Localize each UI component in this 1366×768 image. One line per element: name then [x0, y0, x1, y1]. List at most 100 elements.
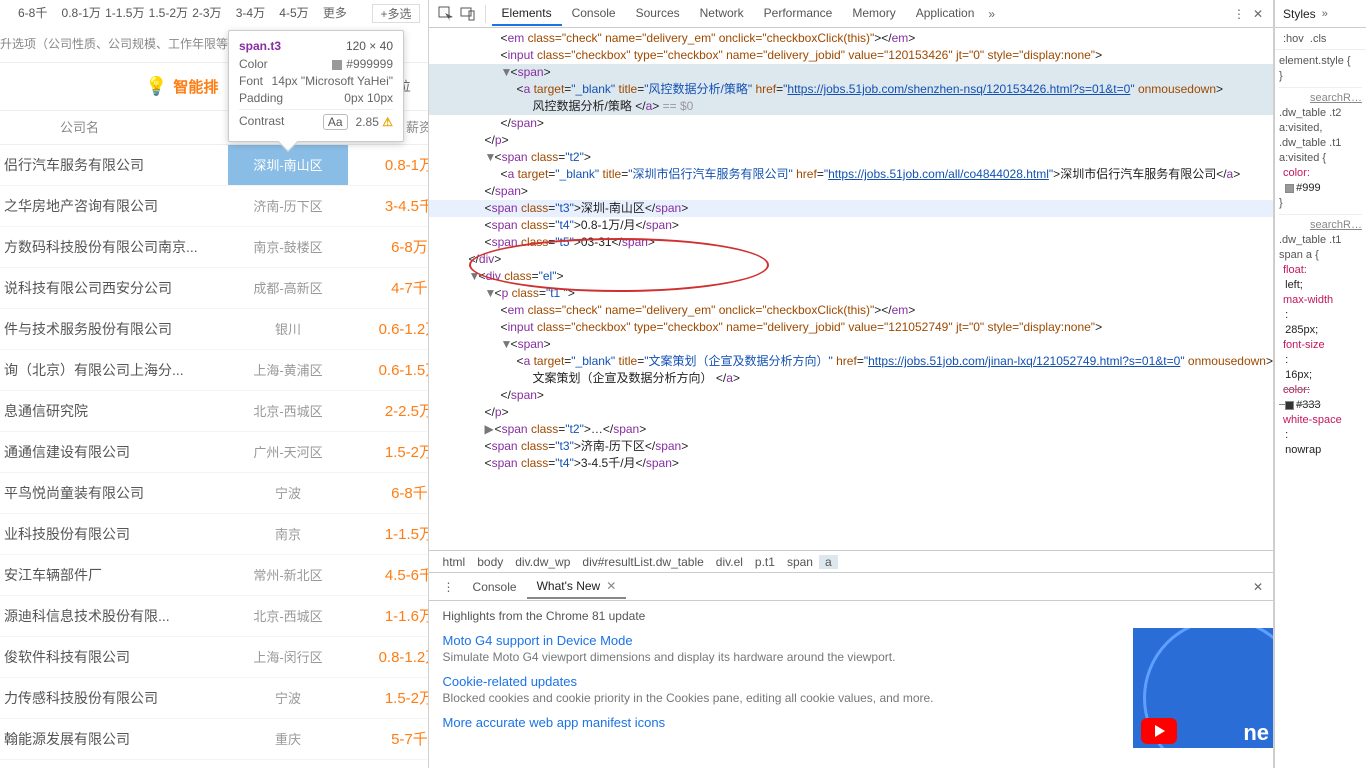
- table-row[interactable]: 之华房地产咨询有限公司济南-历下区3-4.5千/月03-31: [0, 186, 428, 227]
- breadcrumb-item[interactable]: body: [471, 555, 509, 569]
- color-swatch-icon[interactable]: [1285, 184, 1294, 193]
- tab-performance[interactable]: Performance: [754, 2, 843, 26]
- range-opt[interactable]: 0.8-1万: [62, 4, 106, 23]
- table-row[interactable]: 方数码科技股份有限公司南京...南京-鼓楼区6-8万/年03-31: [0, 227, 428, 268]
- device-toggle-icon[interactable]: [457, 3, 479, 25]
- tab-application[interactable]: Application: [906, 2, 985, 26]
- styles-overflow-icon[interactable]: »: [1322, 8, 1328, 20]
- style-rules[interactable]: element.style { } searchR… .dw_table .t2…: [1275, 50, 1366, 768]
- table-row[interactable]: 业科技股份有限公司南京1-1.5万/月03-31: [0, 514, 428, 555]
- city-cell: 济南-历下区: [228, 186, 348, 226]
- city-cell: 南京-鼓楼区: [228, 227, 348, 267]
- tab-console[interactable]: Console: [562, 2, 626, 26]
- inspect-tooltip: span.t3 120 × 40 Color#999999 Font14px "…: [228, 30, 404, 142]
- whatsnew-decoration: ne: [1133, 628, 1273, 748]
- salary-cell: 0.8-1.2万/月: [348, 637, 429, 677]
- styles-sidebar: Styles » :hov .cls element.style { } sea…: [1274, 0, 1366, 768]
- company-cell[interactable]: 源迪科信息技术股份有限...: [0, 596, 228, 636]
- tab-elements[interactable]: Elements: [492, 2, 562, 26]
- breadcrumb-item[interactable]: div.dw_wp: [509, 555, 576, 569]
- devtools-region: ElementsConsoleSourcesNetworkPerformance…: [429, 0, 1366, 768]
- settings-icon[interactable]: ⋮: [1229, 7, 1249, 21]
- whatsnew-link[interactable]: Cookie-related updates: [443, 674, 577, 689]
- table-row[interactable]: 安江车辆部件厂常州-新北区4.5-6千/月03-31: [0, 555, 428, 596]
- range-opt[interactable]: 3-4万: [236, 4, 280, 23]
- styles-tab[interactable]: Styles: [1283, 7, 1316, 21]
- tooltip-selector: span.t3: [239, 39, 281, 53]
- table-row[interactable]: 平鸟悦尚童装有限公司宁波6-8千/月03-31: [0, 473, 428, 514]
- play-icon[interactable]: [1141, 718, 1177, 744]
- company-cell[interactable]: 件与技术服务股份有限公司: [0, 309, 228, 349]
- filter-multi[interactable]: +多选: [372, 4, 419, 23]
- breadcrumb-item[interactable]: div.el: [710, 555, 749, 569]
- company-cell[interactable]: 翰能源发展有限公司: [0, 719, 228, 759]
- breadcrumb-item[interactable]: p.t1: [749, 555, 781, 569]
- drawer-menu-icon[interactable]: ⋮: [435, 580, 463, 594]
- table-row[interactable]: 通通信建设有限公司广州-天河区1.5-2万/月03-31: [0, 432, 428, 473]
- city-cell: 宁波: [228, 678, 348, 718]
- dom-node-t3[interactable]: <span class="t3">深圳-南山区</span>: [429, 200, 1273, 217]
- salary-cell: 6-8万/年: [348, 227, 429, 267]
- table-row[interactable]: 侣行汽车服务有限公司深圳-南山区0.8-1万/月03-31: [0, 145, 428, 186]
- color-swatch-icon[interactable]: [1285, 401, 1294, 410]
- filter-more[interactable]: 更多: [323, 4, 367, 23]
- close-drawer-icon[interactable]: ✕: [1243, 580, 1273, 594]
- range-opt[interactable]: 2-3万: [192, 4, 236, 23]
- salary-cell: 5-7千/月: [348, 719, 429, 759]
- table-row[interactable]: 询（北京）有限公司上海分...上海-黄浦区0.6-1.5万/月03-31: [0, 350, 428, 391]
- table-row[interactable]: 翰能源发展有限公司重庆5-7千/月03-31: [0, 719, 428, 760]
- salary-cell: 4.5-6千/月: [348, 555, 429, 595]
- close-devtools-icon[interactable]: ✕: [1249, 7, 1267, 21]
- elements-dom-tree[interactable]: <em class="check" name="delivery_em" onc…: [429, 28, 1273, 550]
- breadcrumb-item[interactable]: span: [781, 555, 819, 569]
- table-row[interactable]: 件与技术服务股份有限公司银川0.6-1.2万/月03-31: [0, 309, 428, 350]
- range-opt[interactable]: 1-1.5万: [105, 4, 149, 23]
- close-tab-icon[interactable]: ✕: [606, 579, 616, 593]
- color-swatch-icon: [332, 60, 342, 70]
- company-cell[interactable]: 息通信研究院: [0, 391, 228, 431]
- tooltip-contrast-label: Contrast: [239, 114, 284, 130]
- company-cell[interactable]: 俊软件科技有限公司: [0, 637, 228, 677]
- hov-toggle[interactable]: :hov: [1283, 33, 1304, 45]
- company-cell[interactable]: 方数码科技股份有限公司南京...: [0, 227, 228, 267]
- lightbulb-icon: 💡: [145, 76, 167, 97]
- company-cell[interactable]: 通通信建设有限公司: [0, 432, 228, 472]
- tab-network[interactable]: Network: [690, 2, 754, 26]
- table-row[interactable]: 俊软件科技有限公司上海-闵行区0.8-1.2万/月03-31: [0, 637, 428, 678]
- inspect-element-icon[interactable]: [435, 3, 457, 25]
- tab-sources[interactable]: Sources: [626, 2, 690, 26]
- range-opt[interactable]: 4-5万: [279, 4, 323, 23]
- whatsnew-link[interactable]: Moto G4 support in Device Mode: [443, 633, 633, 648]
- company-cell[interactable]: 询（北京）有限公司上海分...: [0, 350, 228, 390]
- company-cell[interactable]: 侣行汽车服务有限公司: [0, 145, 228, 185]
- range-opt[interactable]: 6-8千: [18, 4, 62, 23]
- table-row[interactable]: 源迪科信息技术股份有限...北京-西城区1-1.6万/月03-31: [0, 596, 428, 637]
- tooltip-contrast-value: 2.85: [356, 115, 379, 129]
- drawer-tab-console[interactable]: Console: [463, 576, 527, 598]
- devtools-drawer: ⋮ Console What's New✕ ✕ Highlights from …: [429, 572, 1273, 768]
- breadcrumb-item[interactable]: a: [819, 555, 838, 569]
- tooltip-color-value: #999999: [346, 57, 393, 71]
- smart-sort-label[interactable]: 智能排: [173, 76, 218, 97]
- breadcrumb-item[interactable]: div#resultList.dw_table: [576, 555, 709, 569]
- table-row[interactable]: 力传感科技股份有限公司宁波1.5-2万/月03-31: [0, 678, 428, 719]
- range-opt[interactable]: 1.5-2万: [149, 4, 193, 23]
- whatsnew-link[interactable]: More accurate web app manifest icons: [443, 715, 666, 730]
- table-row[interactable]: 说科技有限公司西安分公司成都-高新区4-7千/月03-31: [0, 268, 428, 309]
- salary-cell: 1.5-2万/月: [348, 432, 429, 472]
- breadcrumb-item[interactable]: html: [437, 555, 472, 569]
- city-cell: 广州-天河区: [228, 432, 348, 472]
- city-cell: 北京-西城区: [228, 391, 348, 431]
- company-cell[interactable]: 之华房地产咨询有限公司: [0, 186, 228, 226]
- city-cell: 北京-西城区: [228, 596, 348, 636]
- tab-memory[interactable]: Memory: [842, 2, 905, 26]
- company-cell[interactable]: 业科技股份有限公司: [0, 514, 228, 554]
- company-cell[interactable]: 力传感科技股份有限公司: [0, 678, 228, 718]
- company-cell[interactable]: 说科技有限公司西安分公司: [0, 268, 228, 308]
- company-cell[interactable]: 平鸟悦尚童装有限公司: [0, 473, 228, 513]
- company-cell[interactable]: 安江车辆部件厂: [0, 555, 228, 595]
- cls-toggle[interactable]: .cls: [1310, 33, 1327, 45]
- tabs-overflow-icon[interactable]: »: [988, 7, 995, 21]
- drawer-tab-whatsnew[interactable]: What's New✕: [527, 575, 627, 599]
- table-row[interactable]: 息通信研究院北京-西城区2-2.5万/月03-31: [0, 391, 428, 432]
